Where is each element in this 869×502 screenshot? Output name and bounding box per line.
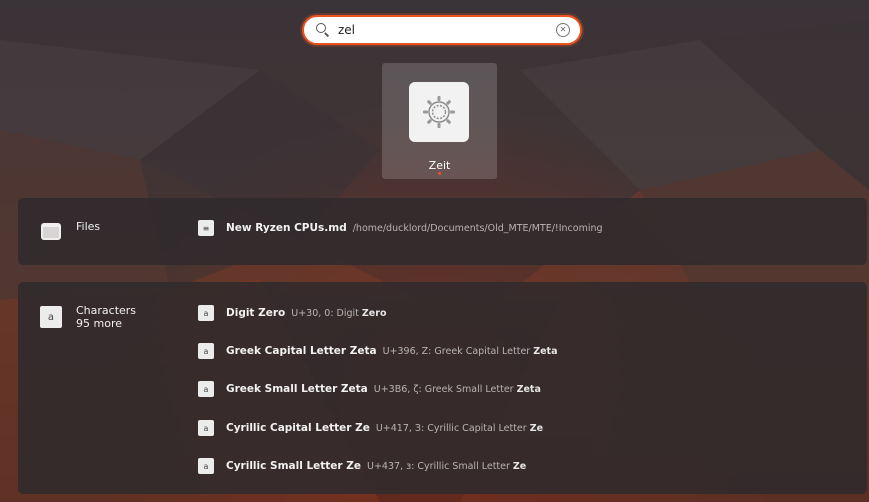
result-name: Digit Zero (226, 307, 286, 319)
character-a-icon[interactable]: a (40, 306, 62, 328)
result-description: U+437, з: Cyrillic Small Letter Ze (367, 460, 527, 472)
character-result[interactable]: a Greek Capital Letter Zeta U+396, Z: Gr… (198, 341, 558, 361)
file-result[interactable]: ≡ New Ryzen CPUs.md /home/ducklord/Docum… (198, 218, 603, 238)
character-a-icon: a (198, 381, 214, 397)
gear-settings-icon (409, 82, 469, 142)
character-a-icon: a (198, 458, 214, 474)
activities-overview: ✕ Zeit (0, 0, 869, 502)
result-description: U+417, З: Cyrillic Capital Letter Ze (375, 422, 544, 434)
folder-icon[interactable] (40, 220, 62, 242)
result-description: U+396, Z: Greek Capital Letter Zeta (382, 345, 558, 357)
characters-search-provider: a Characters 95 more a Digit Zero U+30, … (18, 282, 867, 494)
files-search-provider: Files ≡ New Ryzen CPUs.md /home/ducklord… (18, 198, 867, 265)
search-entry[interactable]: ✕ (302, 15, 582, 45)
provider-name: Files (76, 220, 101, 233)
character-result[interactable]: a Cyrillic Capital Letter Ze U+417, З: C… (198, 418, 543, 438)
app-label: Zeit (428, 159, 451, 172)
character-a-icon: a (198, 305, 214, 321)
character-result[interactable]: a Cyrillic Small Letter Ze U+437, з: Cyr… (198, 456, 526, 476)
app-result-zeit[interactable]: Zeit (382, 63, 497, 179)
search-icon (316, 23, 330, 37)
clear-search-icon[interactable]: ✕ (556, 23, 570, 37)
result-description: U+30, 0: Digit Zero (291, 307, 387, 319)
character-result[interactable]: a Digit Zero U+30, 0: Digit Zero (198, 303, 386, 323)
result-name: Cyrillic Capital Letter Ze (226, 422, 370, 434)
character-result[interactable]: a Greek Small Letter Zeta U+3B6, ζ: Gree… (198, 379, 541, 399)
result-name: New Ryzen CPUs.md (226, 222, 347, 234)
character-a-icon: a (198, 343, 214, 359)
result-name: Greek Small Letter Zeta (226, 383, 368, 395)
more-results-count[interactable]: 95 more (76, 317, 122, 330)
character-a-icon: a (198, 420, 214, 436)
running-indicator (438, 172, 441, 175)
text-file-icon: ≡ (198, 220, 214, 236)
result-description: U+3B6, ζ: Greek Small Letter Zeta (373, 383, 541, 395)
provider-name: Characters (76, 304, 137, 317)
result-name: Greek Capital Letter Zeta (226, 345, 377, 357)
result-name: Cyrillic Small Letter Ze (226, 460, 361, 472)
result-path: /home/ducklord/Documents/Old_MTE/MTE/!In… (352, 222, 603, 234)
search-input[interactable] (338, 23, 556, 37)
